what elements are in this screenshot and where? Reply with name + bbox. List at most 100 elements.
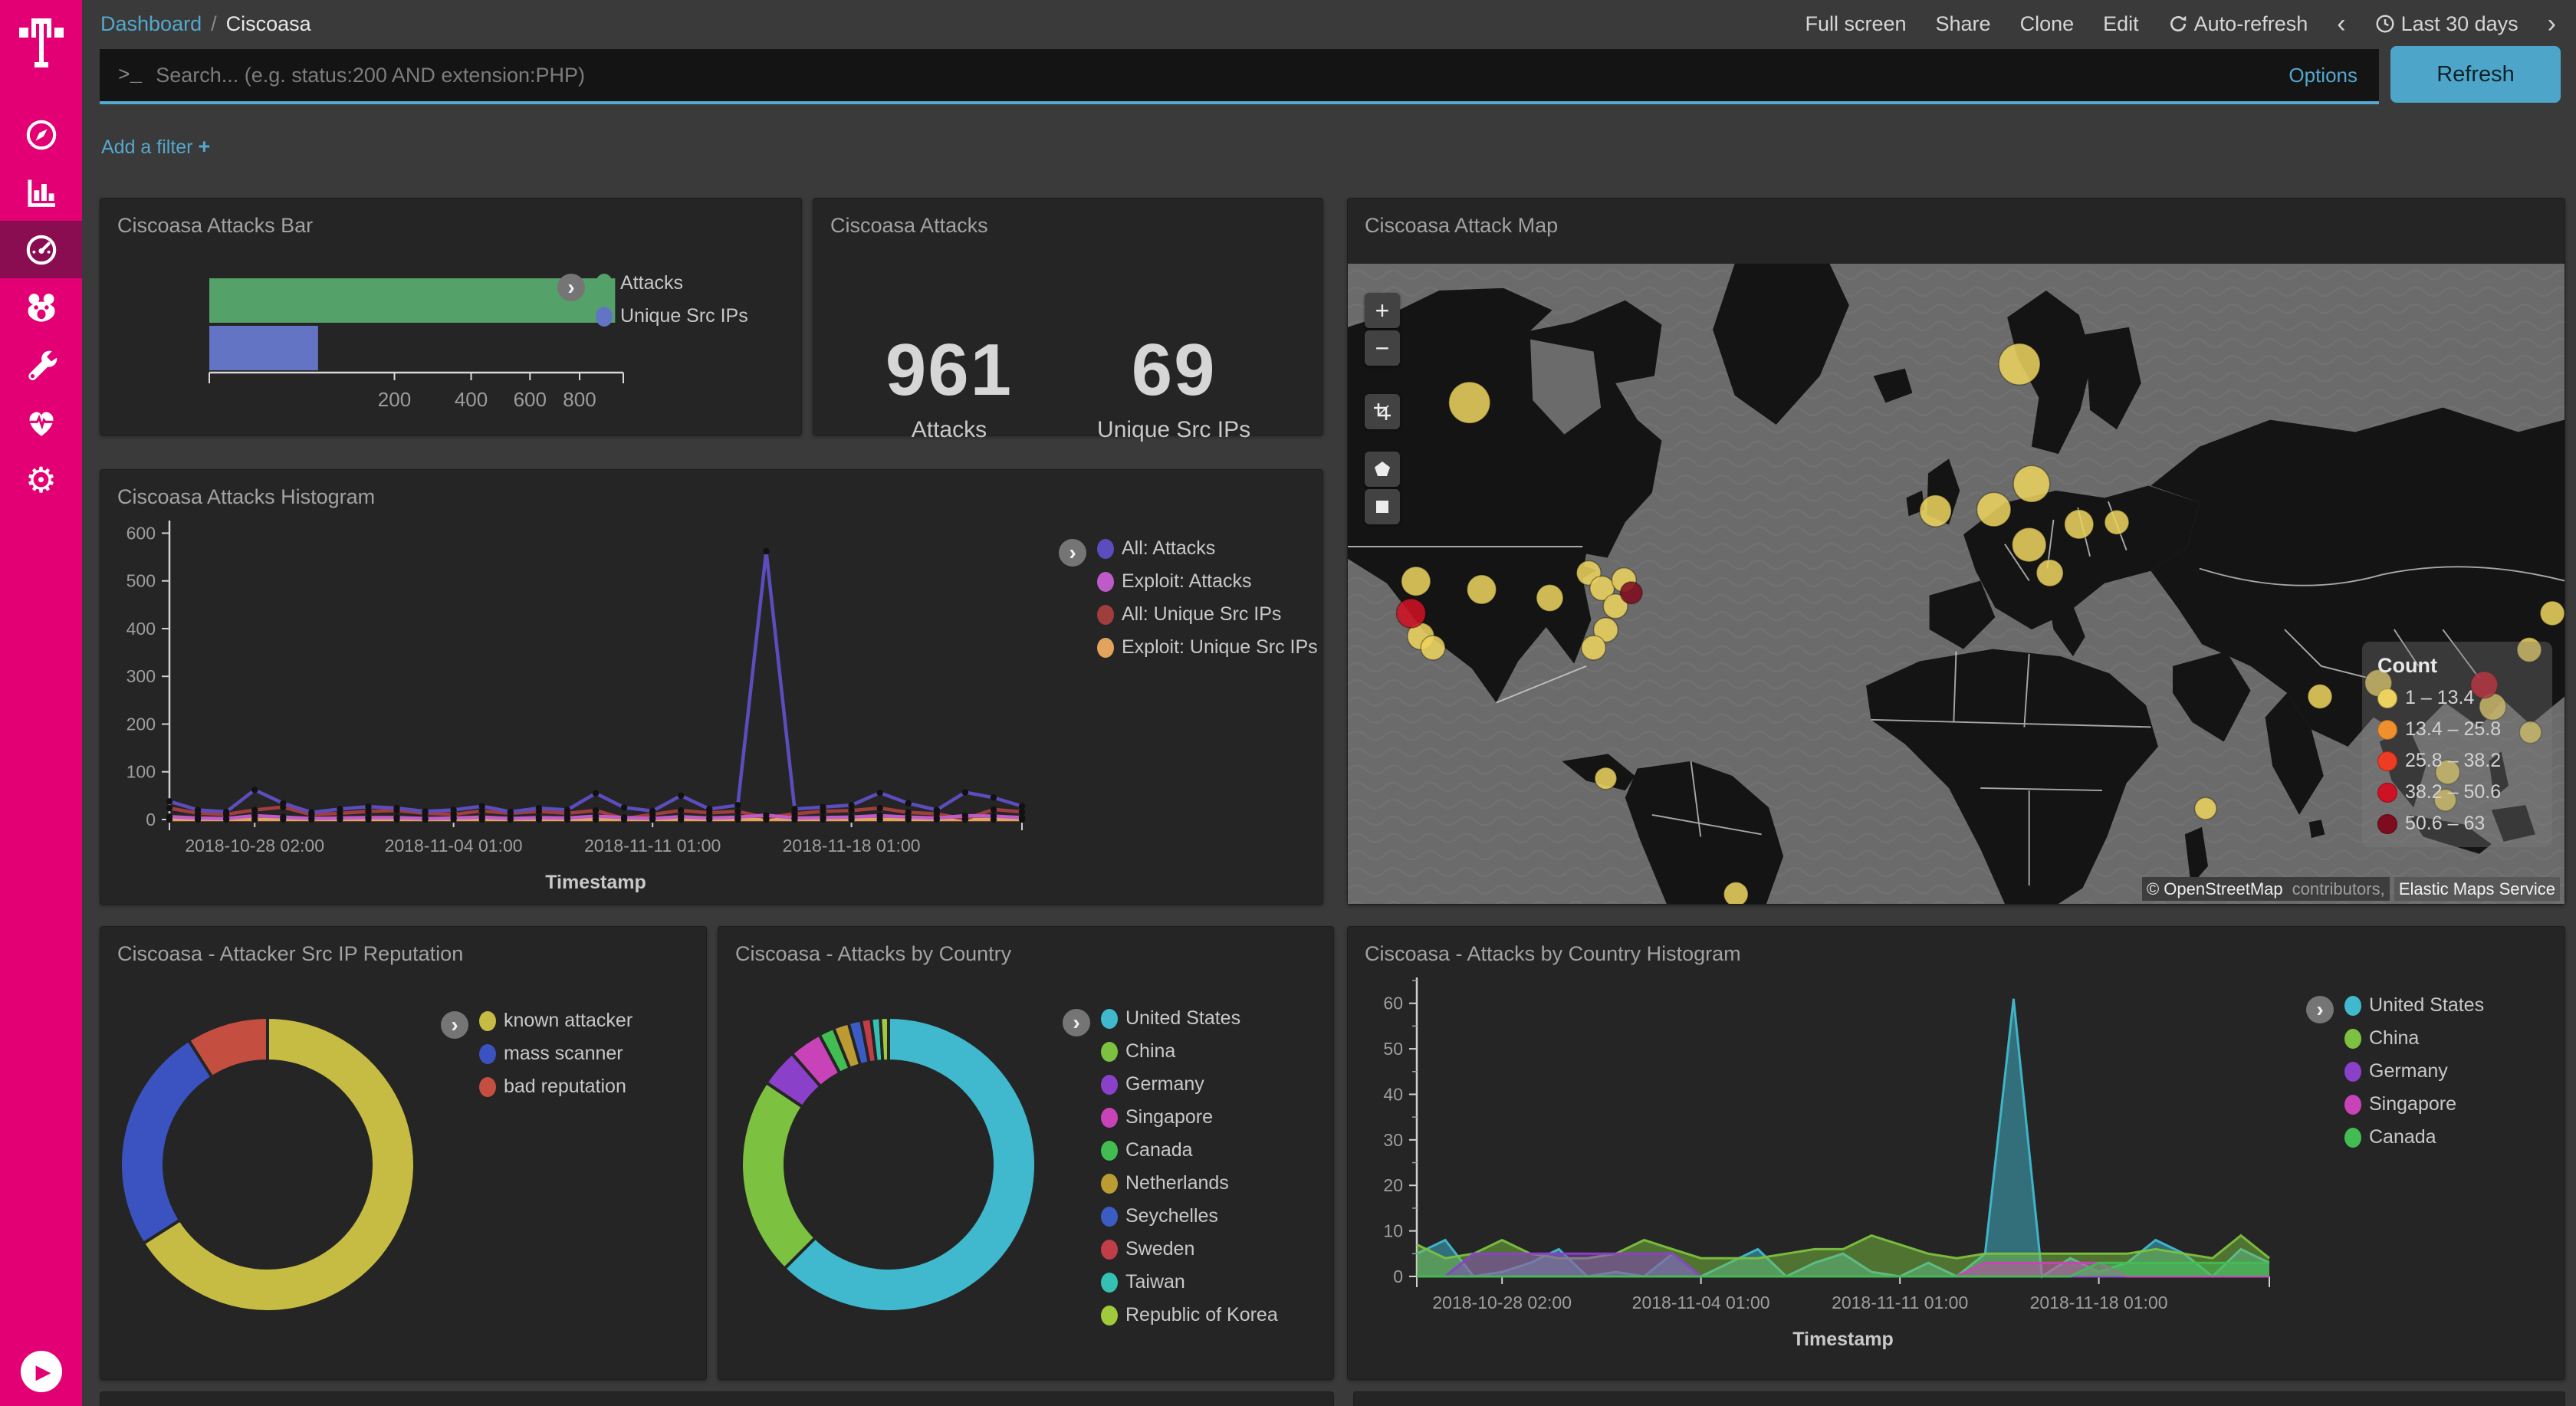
legend-dot [2377, 783, 2397, 803]
options-link[interactable]: Options [2288, 64, 2358, 87]
legend-item[interactable]: 13.4 – 25.8 [2377, 718, 2537, 741]
legend-item[interactable]: Canada [1101, 1139, 1278, 1161]
sidebar-item-discover[interactable] [0, 106, 82, 163]
panel-title: Ciscoasa Attacks Bar [100, 199, 801, 238]
legend-item[interactable]: 38.2 – 50.6 [2377, 781, 2537, 803]
legend-item[interactable]: Republic of Korea [1101, 1304, 1278, 1326]
ems-attribution[interactable]: Elastic Maps Service [2394, 877, 2560, 901]
legend-item[interactable]: 50.6 – 63 [2377, 813, 2537, 835]
zoom-out-button[interactable]: − [1365, 330, 1400, 366]
panel-country-histogram: Ciscoasa - Attacks by Country Histogram … [1347, 926, 2565, 1380]
svg-text:0: 0 [146, 810, 156, 829]
legend-item[interactable]: 25.8 – 38.2 [2377, 750, 2537, 772]
svg-text:2018-10-28 02:00: 2018-10-28 02:00 [1432, 1293, 1572, 1312]
panel-attacks-metric: Ciscoasa Attacks 961 Attacks 69 Unique S… [813, 198, 1323, 435]
country-histogram-chart[interactable]: 01020304050602018-10-28 02:002018-11-04 … [1355, 971, 2283, 1358]
legend-item[interactable]: China [2344, 1027, 2484, 1050]
legend-dot [1101, 1075, 1118, 1095]
legend-dot [1101, 1240, 1118, 1260]
attack-map[interactable]: + − Count 1 – 13. [1348, 264, 2564, 904]
sidebar-item-management[interactable]: ⚙ [0, 451, 82, 508]
legend-item[interactable]: mass scanner [479, 1043, 632, 1065]
legend-item[interactable]: Canada [2344, 1126, 2484, 1148]
attacks-histogram-legend: › All: Attacks Exploit: Attacks All: Unique… [1059, 537, 1318, 659]
panel-title: Ciscoasa Attacks [813, 199, 1322, 238]
tmobile-logo [18, 14, 65, 67]
legend-item[interactable]: All: Unique Src IPs [1097, 603, 1318, 626]
osm-attribution[interactable]: © OpenStreetMap [2142, 877, 2288, 901]
legend-item[interactable]: Singapore [1101, 1106, 1278, 1128]
legend-item[interactable]: United States [2344, 994, 2484, 1017]
legend-label: 50.6 – 63 [2405, 813, 2485, 835]
crop-tool-button[interactable] [1365, 394, 1400, 429]
legend-label: Germany [1125, 1073, 1204, 1096]
legend-label: Seychelles [1125, 1205, 1218, 1227]
time-range-picker[interactable]: Last 30 days [2375, 12, 2518, 36]
legend-item[interactable]: Netherlands [1101, 1172, 1278, 1194]
sidebar-item-dashboard[interactable] [0, 221, 82, 278]
sidebar-item-siem[interactable] [0, 278, 82, 336]
auto-refresh-button[interactable]: Auto-refresh [2168, 12, 2308, 36]
attacks-bar-legend: › Attacks Unique Src IPs [557, 272, 748, 327]
legend-item[interactable]: 1 – 13.4 [2377, 687, 2537, 709]
bar-chart-icon [25, 176, 58, 209]
legend-label: bad reputation [504, 1076, 626, 1098]
sidebar-collapse-button[interactable]: ▶ [21, 1351, 62, 1392]
legend-item[interactable]: Exploit: Unique Src IPs [1097, 636, 1318, 659]
legend-item[interactable]: China [1101, 1040, 1278, 1063]
legend-item[interactable]: Seychelles [1101, 1205, 1278, 1227]
legend-item[interactable]: Singapore [2344, 1093, 2484, 1115]
nav-full-screen[interactable]: Full screen [1805, 12, 1906, 36]
legend-label: All: Unique Src IPs [1122, 603, 1281, 626]
country-legend: › United States China Germany Singapore Canad… [1063, 1007, 1278, 1326]
refresh-button[interactable]: Refresh [2390, 46, 2561, 103]
legend-label: Singapore [1125, 1106, 1213, 1128]
panel-title: Ciscoasa - Attacker Src IP Reputation [100, 927, 706, 966]
legend-item[interactable]: Exploit: Attacks [1097, 570, 1318, 593]
legend-expand-icon[interactable]: › [2306, 996, 2334, 1023]
nav-share[interactable]: Share [1936, 12, 1991, 36]
legend-item[interactable]: Germany [2344, 1060, 2484, 1082]
legend-item[interactable]: All: Attacks [1097, 537, 1318, 560]
legend-item[interactable]: known attacker [479, 1010, 632, 1032]
legend-item[interactable]: Sweden [1101, 1238, 1278, 1260]
legend-item[interactable]: Attacks [596, 272, 748, 294]
gear-icon: ⚙ [25, 463, 57, 497]
sidebar-item-visualize[interactable] [0, 163, 82, 221]
svg-text:0: 0 [1393, 1266, 1403, 1286]
zoom-in-button[interactable]: + [1365, 293, 1400, 328]
nav-edit[interactable]: Edit [2103, 12, 2139, 36]
svg-text:800: 800 [563, 388, 596, 411]
rectangle-tool-button[interactable] [1365, 489, 1400, 524]
country-donut-chart[interactable] [728, 1004, 1050, 1326]
polygon-tool-button[interactable] [1365, 452, 1400, 487]
legend-dot [1097, 605, 1114, 625]
legend-label: Unique Src IPs [620, 305, 748, 327]
legend-item[interactable]: Unique Src IPs [596, 305, 748, 327]
sidebar-item-dev-tools[interactable] [0, 336, 82, 393]
breadcrumb-dashboard-link[interactable]: Dashboard [100, 12, 202, 36]
legend-label: Canada [1125, 1139, 1193, 1161]
attacks-histogram-chart[interactable]: 01002003004005006002018-10-28 02:002018-… [108, 514, 1036, 902]
svg-text:2018-11-04 01:00: 2018-11-04 01:00 [385, 836, 523, 856]
svg-text:2018-11-04 01:00: 2018-11-04 01:00 [1632, 1293, 1770, 1312]
search-input[interactable] [156, 64, 2288, 87]
legend-item[interactable]: United States [1101, 1007, 1278, 1030]
query-prompt-icon: >_ [118, 64, 142, 87]
legend-expand-icon[interactable]: › [1059, 539, 1086, 567]
legend-expand-icon[interactable]: › [1063, 1009, 1090, 1036]
time-back-button[interactable]: ‹ [2337, 9, 2345, 39]
sidebar-item-monitoring[interactable] [0, 393, 82, 451]
legend-item[interactable]: Germany [1101, 1073, 1278, 1096]
plus-icon: + [198, 135, 210, 158]
legend-expand-icon[interactable]: › [441, 1011, 468, 1039]
add-filter-link[interactable]: Add a filter + [101, 135, 210, 159]
legend-expand-icon[interactable]: › [557, 274, 585, 301]
svg-text:500: 500 [127, 571, 156, 591]
legend-item[interactable]: Taiwan [1101, 1271, 1278, 1293]
time-forward-button[interactable]: › [2548, 9, 2556, 39]
legend-item[interactable]: bad reputation [479, 1076, 632, 1098]
reputation-donut-chart[interactable] [107, 1004, 429, 1326]
nav-clone[interactable]: Clone [2020, 12, 2075, 36]
legend-dot [1101, 1174, 1118, 1194]
